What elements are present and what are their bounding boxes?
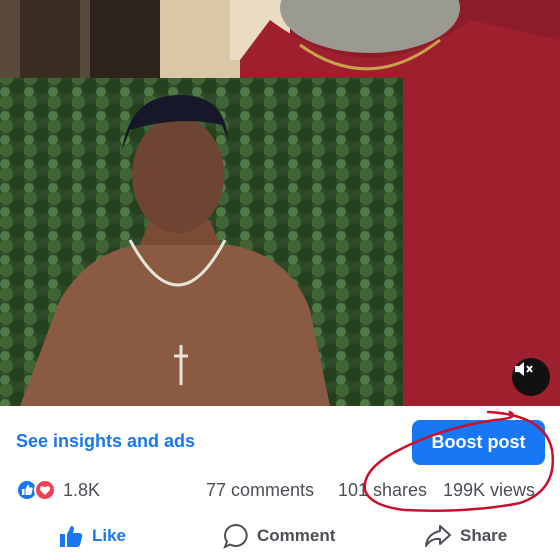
muted-speaker-icon: [515, 362, 533, 376]
video-frame: [0, 0, 560, 406]
see-insights-link[interactable]: See insights and ads: [16, 431, 195, 452]
reaction-count[interactable]: 1.8K: [63, 480, 100, 501]
share-label: Share: [460, 526, 508, 545]
reaction-icons[interactable]: [16, 479, 60, 501]
views-count: 199K views: [443, 480, 536, 500]
share-button[interactable]: Share: [424, 520, 507, 552]
post-video[interactable]: [0, 0, 560, 406]
shares-count[interactable]: 101 shares: [338, 480, 427, 501]
love-reaction-icon: [34, 479, 56, 501]
mute-button[interactable]: [512, 358, 550, 396]
post-stats: 1.8K 77 comments 101 shares 199K views: [0, 479, 560, 501]
thumbs-up-icon: [60, 526, 83, 547]
comment-bubble-icon: [223, 523, 248, 549]
post-actions: Like Comment Share: [0, 520, 560, 552]
comment-label: Comment: [257, 526, 336, 545]
share-arrow-icon: [425, 525, 451, 547]
like-label: Like: [92, 526, 127, 545]
boost-post-button[interactable]: Boost post: [412, 420, 545, 465]
comment-button[interactable]: Comment: [223, 520, 335, 552]
like-button[interactable]: Like: [58, 520, 126, 552]
comments-count[interactable]: 77 comments: [206, 480, 314, 501]
